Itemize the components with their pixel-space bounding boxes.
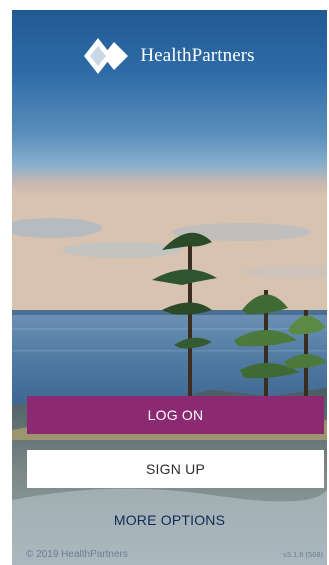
more-options-link[interactable]: MORE OPTIONS xyxy=(12,512,327,528)
sign-up-button[interactable]: SIGN UP xyxy=(27,450,324,488)
login-screen: HealthPartners LOG ON SIGN UP MORE OPTIO… xyxy=(12,10,327,565)
footer: © 2019 HealthPartners v3.1.8 (568) xyxy=(26,549,323,560)
healthpartners-diamond-logo-icon xyxy=(84,38,129,74)
brand-name: HealthPartners xyxy=(140,45,255,66)
brand-logo: HealthPartners xyxy=(12,38,327,74)
version-text: v3.1.8 (568) xyxy=(282,550,323,559)
log-on-button[interactable]: LOG ON xyxy=(27,396,324,434)
copyright-text: © 2019 HealthPartners xyxy=(26,549,128,560)
